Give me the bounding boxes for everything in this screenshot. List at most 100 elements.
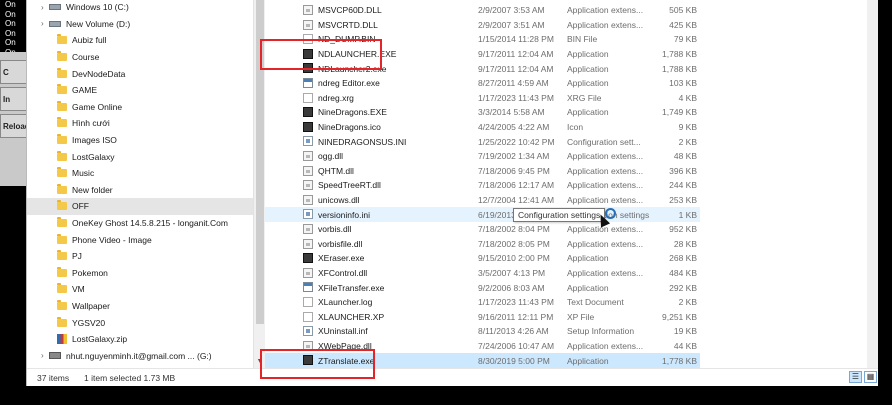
side-button-c[interactable]: C	[0, 60, 28, 84]
nav-item[interactable]: Wallpaper	[27, 298, 253, 315]
nav-item[interactable]: Music	[27, 165, 253, 182]
file-name: MSVCP60D.DLL	[318, 5, 382, 16]
file-row[interactable]: NineDragons.ico 4/24/2005 4:22 AM Icon 9 KB	[265, 120, 700, 135]
file-size: 48 KB	[673, 151, 697, 162]
side-button-in[interactable]: In	[0, 87, 28, 111]
file-name: NineDragons.EXE	[318, 107, 387, 118]
file-date-modified: 7/18/2002 8:04 PM	[478, 224, 550, 235]
zip-archive-icon	[57, 334, 67, 345]
file-size: 44 KB	[673, 341, 697, 352]
file-row[interactable]: vorbis.dll 7/18/2002 8:04 PM Application e…	[265, 222, 700, 237]
file-date-modified: 9/17/2011 12:04 AM	[478, 49, 554, 60]
expand-chevron-icon[interactable]: ›	[41, 19, 49, 28]
drive-icon	[49, 4, 61, 11]
generic-file-icon	[303, 92, 313, 103]
nav-item[interactable]: OneKey Ghost 14.5.8.215 - longanit.Com	[27, 215, 253, 232]
file-name: vorbis.dll	[318, 224, 352, 235]
file-date-modified: 3/5/2007 4:13 PM	[478, 268, 546, 279]
file-size: 1,788 KB	[662, 49, 697, 60]
nav-item[interactable]: Hình cưới	[27, 115, 253, 132]
file-row[interactable]: XFControl.dll 3/5/2007 4:13 PM Application…	[265, 266, 700, 281]
dll-file-icon	[303, 180, 313, 191]
network-drive-icon	[49, 352, 61, 360]
file-size: 505 KB	[669, 5, 697, 16]
nav-item[interactable]: Pokemon	[27, 265, 253, 282]
file-row[interactable]: XLauncher.log 1/17/2023 11:43 PM Text Docu…	[265, 295, 700, 310]
nav-item-label: nhut.nguyenminh.it@gmail.com ... (G:)	[66, 350, 212, 361]
folder-icon	[57, 200, 67, 211]
nav-item[interactable]: OFF	[27, 198, 253, 215]
nav-item[interactable]: Images ISO	[27, 132, 253, 149]
folder-icon	[57, 283, 67, 294]
file-type: Application extens...	[567, 195, 644, 206]
file-row[interactable]: XLAUNCHER.XP 9/16/2011 12:11 PM XP File 9,2…	[265, 310, 700, 325]
file-row[interactable]: XUninstall.inf 8/11/2013 4:26 AM Setup Inf…	[265, 324, 700, 339]
file-row[interactable]: XFileTransfer.exe 9/2/2006 8:03 AM Applica…	[265, 280, 700, 295]
file-row[interactable]: NINEDRAGONSUS.INI 1/25/2022 10:42 PM Confi…	[265, 134, 700, 149]
file-row[interactable]: ndreg.xrg 1/17/2023 11:43 PM XRG File 4 KB	[265, 91, 700, 106]
status-selection: 1 item selected 1.73 MB	[84, 373, 176, 383]
settings-file-icon	[303, 326, 313, 337]
on-label: On	[5, 38, 16, 48]
file-date-modified: 2/9/2007 3:51 AM	[478, 19, 545, 30]
file-type: XP File	[567, 311, 595, 322]
file-row[interactable]: ogg.dll 7/19/2002 1:34 AM Application exte…	[265, 149, 700, 164]
file-type: Icon	[567, 122, 584, 133]
nav-item[interactable]: GAME	[27, 82, 253, 99]
nav-item[interactable]: › New Volume (D:)	[27, 16, 253, 33]
nav-item[interactable]: VM	[27, 281, 253, 298]
nav-item[interactable]: YGSV20	[27, 314, 253, 331]
nav-item[interactable]: PJ	[27, 248, 253, 265]
expand-chevron-icon[interactable]: ›	[41, 3, 49, 12]
dll-file-icon	[303, 19, 313, 30]
nav-item[interactable]: LostGalaxy	[27, 148, 253, 165]
nav-item[interactable]: DevNodeData	[27, 65, 253, 82]
file-name: QHTM.dll	[318, 165, 354, 176]
file-date-modified: 1/17/2023 11:43 PM	[478, 92, 554, 103]
file-date-modified: 7/24/2006 10:47 AM	[478, 341, 555, 352]
file-row[interactable]: XEraser.exe 9/15/2010 2:00 PM Application 2…	[265, 251, 700, 266]
details-view-icon[interactable]: ☰	[849, 371, 862, 383]
nav-item[interactable]: › nhut.nguyenminh.it@gmail.com ... (G:)	[27, 348, 253, 365]
file-size: 253 KB	[669, 195, 697, 206]
expand-chevron-icon[interactable]: ›	[41, 351, 49, 360]
file-size: 19 KB	[673, 326, 697, 337]
file-date-modified: 7/19/2002 1:34 AM	[478, 151, 550, 162]
nav-item[interactable]: LostGalaxy.zip	[27, 331, 253, 348]
nav-item-label: LostGalaxy	[72, 151, 115, 162]
file-type: Application extens...	[567, 341, 644, 352]
on-label: On	[5, 0, 16, 9]
file-row[interactable]: vorbisfile.dll 7/18/2002 8:05 PM Applicati…	[265, 237, 700, 252]
file-date-modified: 9/16/2011 12:11 PM	[478, 311, 554, 322]
file-row[interactable]: MSVCRTD.DLL 2/9/2007 3:51 AM Application e…	[265, 18, 700, 33]
file-row[interactable]: NineDragons.EXE 3/3/2014 5:58 AM Applicati…	[265, 105, 700, 120]
file-row[interactable]: SpeedTreeRT.dll 7/18/2006 12:17 AM Applica…	[265, 178, 700, 193]
file-row[interactable]: MSVCP60D.DLL 2/9/2007 3:53 AM Application …	[265, 3, 700, 18]
folder-icon	[57, 217, 67, 228]
file-date-modified: 7/18/2006 12:17 AM	[478, 180, 555, 191]
file-size: 268 KB	[669, 253, 697, 264]
file-row[interactable]: unicows.dll 12/7/2004 12:41 AM Application…	[265, 193, 700, 208]
file-size: 1,778 KB	[662, 355, 697, 366]
file-date-modified: 12/7/2004 12:41 AM	[478, 195, 555, 206]
nav-item[interactable]: Course	[27, 49, 253, 66]
file-size: 2 KB	[678, 136, 697, 147]
nav-item-label: Aubiz full	[72, 35, 107, 46]
side-button-reload[interactable]: Reload	[0, 114, 28, 138]
large-icons-view-icon[interactable]: ▦	[864, 371, 877, 383]
nav-item[interactable]: › Windows 10 (C:)	[27, 0, 253, 16]
file-size: 2 KB	[678, 297, 697, 308]
file-name: ogg.dll	[318, 151, 344, 162]
nav-item[interactable]: Phone Video - Image	[27, 231, 253, 248]
file-name: MSVCRTD.DLL	[318, 19, 378, 30]
file-row[interactable]: QHTM.dll 7/18/2006 9:45 PM Application ext…	[265, 164, 700, 179]
file-row[interactable]: ndreg Editor.exe 8/27/2011 4:59 AM Applica…	[265, 76, 700, 91]
file-row[interactable]: versioninfo.ini6/19/2013 11:56 PMConfigu…	[265, 207, 700, 222]
nav-item[interactable]: Game Online	[27, 99, 253, 116]
file-size: 952 KB	[669, 224, 697, 235]
nav-item-label: LostGalaxy.zip	[72, 334, 128, 345]
nav-item[interactable]: New folder	[27, 182, 253, 199]
generic-file-icon	[303, 311, 313, 322]
file-date-modified: 1/17/2023 11:43 PM	[478, 297, 554, 308]
nav-item[interactable]: Aubiz full	[27, 32, 253, 49]
